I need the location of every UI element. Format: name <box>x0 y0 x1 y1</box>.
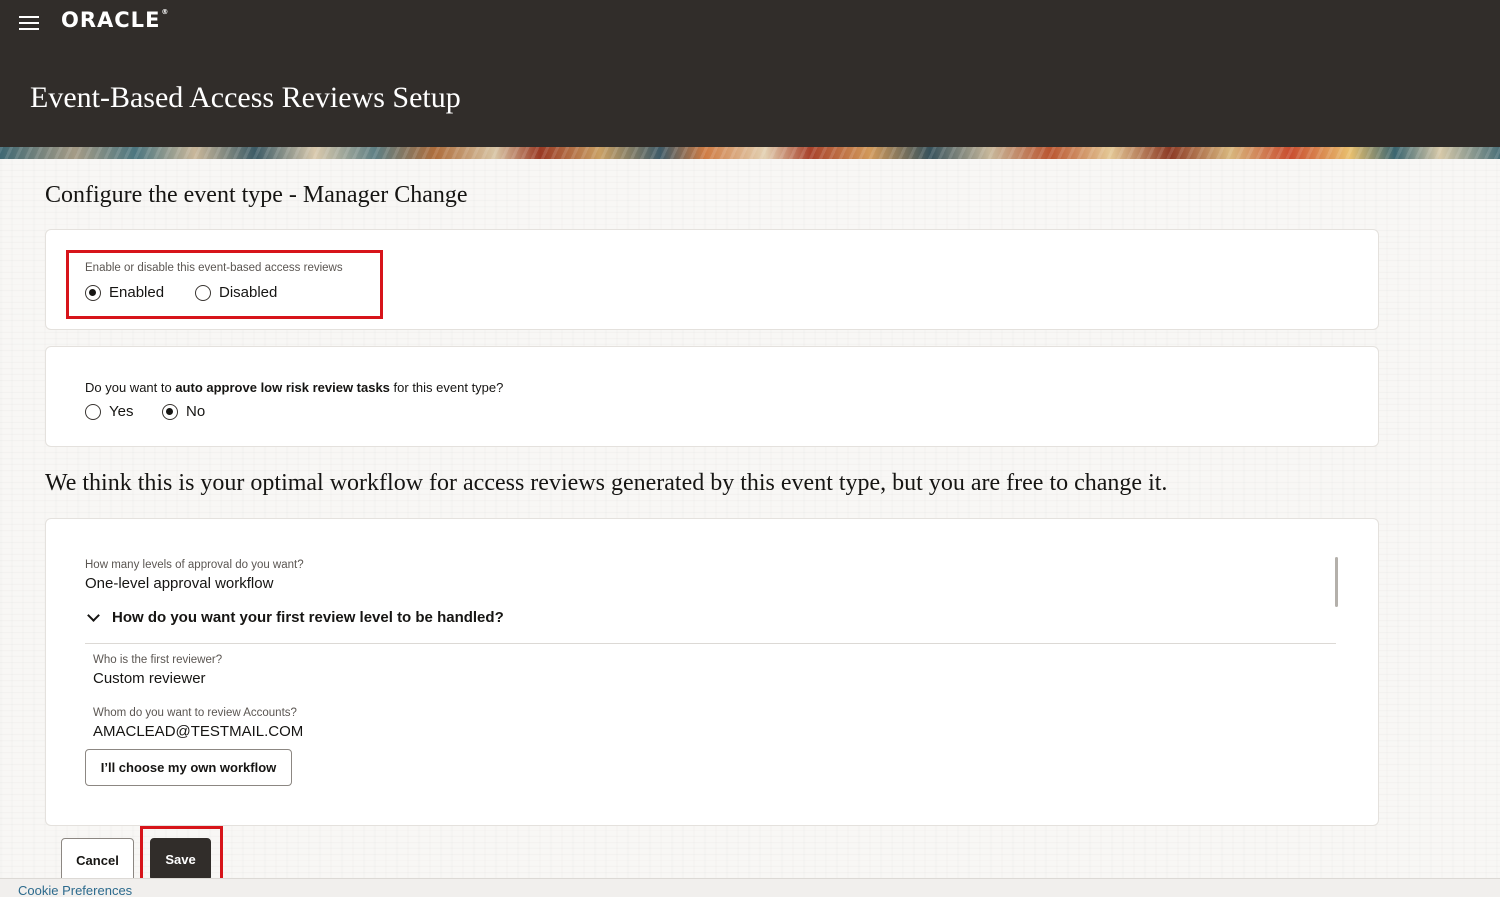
decorative-banner <box>0 147 1500 159</box>
scrollbar-thumb[interactable] <box>1335 557 1338 607</box>
hamburger-menu-icon[interactable] <box>19 14 41 32</box>
own-workflow-button[interactable]: I’ll choose my own workflow <box>85 749 292 786</box>
cancel-button[interactable]: Cancel <box>61 838 134 882</box>
levels-value: One-level approval workflow <box>85 575 274 592</box>
first-level-title: How do you want your first review level … <box>112 609 504 626</box>
section-divider <box>85 643 1336 644</box>
highlight-save-box <box>140 826 223 884</box>
page-title: Event-Based Access Reviews Setup <box>30 81 461 114</box>
oracle-logo: ORACLE® <box>61 8 170 32</box>
workflow-heading: We think this is your optimal workflow f… <box>45 470 1168 496</box>
accounts-reviewer-value: AMACLEAD@TESTMAIL.COM <box>93 723 304 740</box>
accounts-reviewer-label: Whom do you want to review Accounts? <box>93 707 297 719</box>
radio-yes-label: Yes <box>109 403 134 420</box>
auto-approve-question: Do you want to auto approve low risk rev… <box>85 380 504 395</box>
first-level-collapse-toggle[interactable]: How do you want your first review level … <box>85 609 504 626</box>
configure-heading: Configure the event type - Manager Chang… <box>45 182 468 208</box>
highlight-enable-box <box>66 250 383 319</box>
cookie-preferences-link[interactable]: Cookie Preferences <box>18 883 132 897</box>
levels-label: How many levels of approval do you want? <box>85 559 304 571</box>
first-reviewer-value: Custom reviewer <box>93 670 206 687</box>
radio-yes[interactable]: Yes <box>85 403 133 420</box>
radio-no[interactable]: No <box>162 403 205 420</box>
radio-yes-indicator <box>85 403 101 420</box>
radio-no-label: No <box>186 403 206 420</box>
footer-bar <box>0 878 1500 897</box>
chevron-down-icon <box>87 609 100 622</box>
app-header: ORACLE® Event-Based Access Reviews Setup <box>0 0 1500 147</box>
auto-approve-card <box>45 346 1379 447</box>
radio-no-indicator <box>162 403 178 420</box>
first-reviewer-label: Who is the first reviewer? <box>93 654 223 666</box>
